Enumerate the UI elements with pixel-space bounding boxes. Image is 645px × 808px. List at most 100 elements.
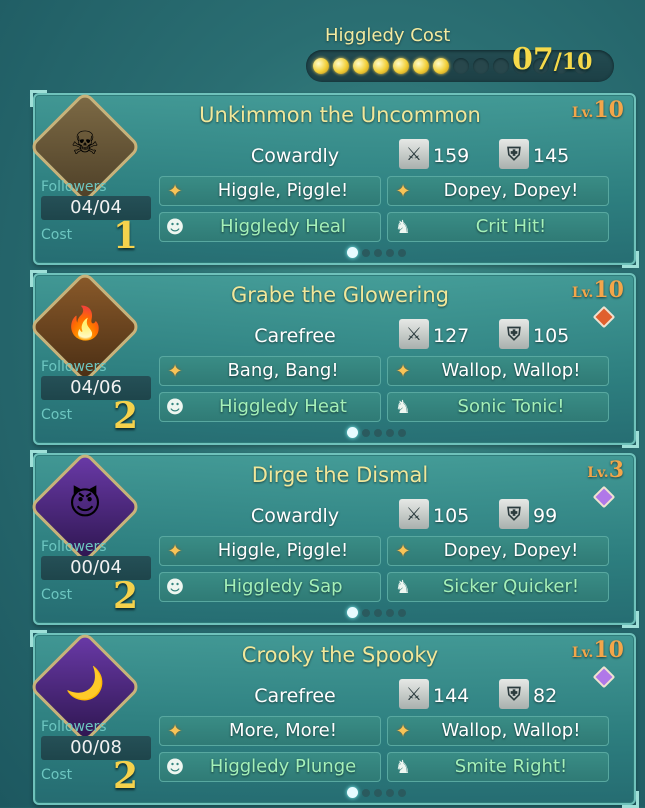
compass-star-icon: ✦	[167, 540, 183, 562]
cost-label: Cost	[41, 767, 73, 783]
personality-trait: Carefree	[254, 685, 336, 707]
cost-current: 07	[512, 42, 554, 77]
page-dot[interactable]	[374, 248, 382, 257]
skill-slot[interactable]: ♞ Sicker Quicker!	[387, 572, 609, 602]
element-badge-icon	[592, 485, 616, 509]
page-dot[interactable]	[362, 428, 370, 437]
higgledy-card[interactable]: 🌙 Crooky the Spooky Lv.10 Carefree ⚔ 144…	[28, 630, 639, 808]
skill-slot[interactable]: ✦ Wallop, Wallop!	[387, 356, 609, 386]
cost-value: 2	[113, 395, 139, 437]
page-dot[interactable]	[362, 248, 370, 257]
shield-icon: ⛨	[499, 499, 529, 529]
page-dot[interactable]	[398, 608, 406, 617]
cost-pip-filled	[353, 58, 369, 74]
page-dot[interactable]	[398, 248, 406, 257]
page-dot[interactable]	[347, 427, 358, 438]
skill-page-dots	[347, 607, 406, 618]
page-dot[interactable]	[386, 428, 394, 437]
higgledy-card[interactable]: 😈 Dirge the Dismal Lv.3 Cowardly ⚔ 105 ⛨…	[28, 450, 639, 628]
compass-star-icon: ✦	[167, 180, 183, 202]
cost-pip-filled	[433, 58, 449, 74]
skill-slot[interactable]: ☻ Higgledy Plunge	[159, 752, 381, 782]
skill-slot[interactable]: ✦ Bang, Bang!	[159, 356, 381, 386]
level-indicator: Lv.10	[572, 637, 624, 663]
level-prefix: Lv.	[587, 465, 609, 481]
shield-icon: ⛨	[499, 679, 529, 709]
page-dot[interactable]	[386, 608, 394, 617]
followers-label: Followers	[41, 359, 107, 375]
cost-value: 1	[113, 215, 139, 257]
higgledy-icon: ☻	[165, 396, 185, 418]
cost-pip-filled	[373, 58, 389, 74]
skill-label: Dopey, Dopey!	[443, 540, 579, 561]
cost-value: 2	[113, 575, 139, 617]
page-dot[interactable]	[362, 608, 370, 617]
defense-value: 145	[533, 145, 570, 167]
higgledy-icon: ☻	[165, 216, 185, 238]
page-dot[interactable]	[362, 788, 370, 797]
level-prefix: Lv.	[571, 645, 594, 661]
defense-value: 82	[533, 685, 558, 707]
shield-icon: ⛨	[499, 319, 529, 349]
skill-label: Wallop, Wallop!	[441, 720, 581, 741]
skill-label: Higgledy Sap	[223, 576, 343, 597]
cost-pip-empty	[473, 58, 489, 74]
defense-value: 99	[533, 505, 558, 527]
element-badge-icon	[592, 665, 616, 689]
skill-label: Wallop, Wallop!	[441, 360, 581, 381]
higgledy-name: Grabe the Glowering	[231, 283, 449, 307]
page-dot[interactable]	[374, 428, 382, 437]
higgledy-card[interactable]: 🔥 Grabe the Glowering Lv.10 Carefree ⚔ 1…	[28, 270, 639, 448]
skill-slot[interactable]: ✦ Higgle, Piggle!	[159, 536, 381, 566]
skill-slot[interactable]: ✦ More, More!	[159, 716, 381, 746]
page-dot[interactable]	[374, 788, 382, 797]
cost-value: 2	[113, 755, 139, 797]
higgledy-card[interactable]: ☠ Unkimmon the Uncommon Lv.10 Cowardly ⚔…	[28, 90, 639, 268]
skill-label: Smite Right!	[454, 756, 568, 777]
skill-slot[interactable]: ☻ Higgledy Heat	[159, 392, 381, 422]
compass-star-icon: ✦	[395, 360, 411, 382]
compass-star-icon: ✦	[167, 720, 183, 742]
skill-slot[interactable]: ♞ Crit Hit!	[387, 212, 609, 242]
skill-slot[interactable]: ✦ Dopey, Dopey!	[387, 176, 609, 206]
skill-label: More, More!	[229, 720, 337, 741]
sword-icon: ⚔	[399, 139, 429, 169]
skill-slot[interactable]: ✦ Higgle, Piggle!	[159, 176, 381, 206]
skill-label: Higgle, Piggle!	[217, 180, 349, 201]
skill-slot[interactable]: ☻ Higgledy Sap	[159, 572, 381, 602]
skill-slot[interactable]: ♞ Sonic Tonic!	[387, 392, 609, 422]
cost-max: /10	[553, 49, 593, 75]
skill-slot[interactable]: ✦ Dopey, Dopey!	[387, 536, 609, 566]
skill-slot[interactable]: ✦ Wallop, Wallop!	[387, 716, 609, 746]
defense-value: 105	[533, 325, 570, 347]
higgledy-cost-counter: 07/10	[512, 42, 592, 77]
page-dot[interactable]	[347, 247, 358, 258]
attack-value: 144	[433, 685, 470, 707]
cost-pip-filled	[313, 58, 329, 74]
skill-label: Sonic Tonic!	[457, 396, 565, 417]
horned-mask-icon: ♞	[394, 756, 412, 778]
horned-mask-icon: ♞	[394, 216, 412, 238]
higgledy-name: Crooky the Spooky	[241, 643, 439, 667]
followers-label: Followers	[41, 179, 107, 195]
cost-label: Cost	[41, 407, 73, 423]
cost-label: Cost	[41, 587, 73, 603]
page-dot[interactable]	[347, 787, 358, 798]
page-dot[interactable]	[374, 608, 382, 617]
page-dot[interactable]	[386, 788, 394, 797]
horned-mask-icon: ♞	[394, 396, 412, 418]
flame-mask-icon: 🔥	[65, 303, 105, 342]
page-dot[interactable]	[398, 788, 406, 797]
skill-label: Higgledy Plunge	[209, 756, 357, 777]
skill-slot[interactable]: ☻ Higgledy Heal	[159, 212, 381, 242]
followers-label: Followers	[41, 539, 107, 555]
skill-label: Crit Hit!	[475, 216, 547, 237]
horned-demon-icon: 😈	[68, 483, 102, 522]
personality-trait: Cowardly	[250, 145, 340, 167]
personality-trait: Carefree	[254, 325, 336, 347]
skill-slot[interactable]: ♞ Smite Right!	[387, 752, 609, 782]
page-dot[interactable]	[347, 607, 358, 618]
compass-star-icon: ✦	[167, 360, 183, 382]
page-dot[interactable]	[398, 428, 406, 437]
page-dot[interactable]	[386, 248, 394, 257]
